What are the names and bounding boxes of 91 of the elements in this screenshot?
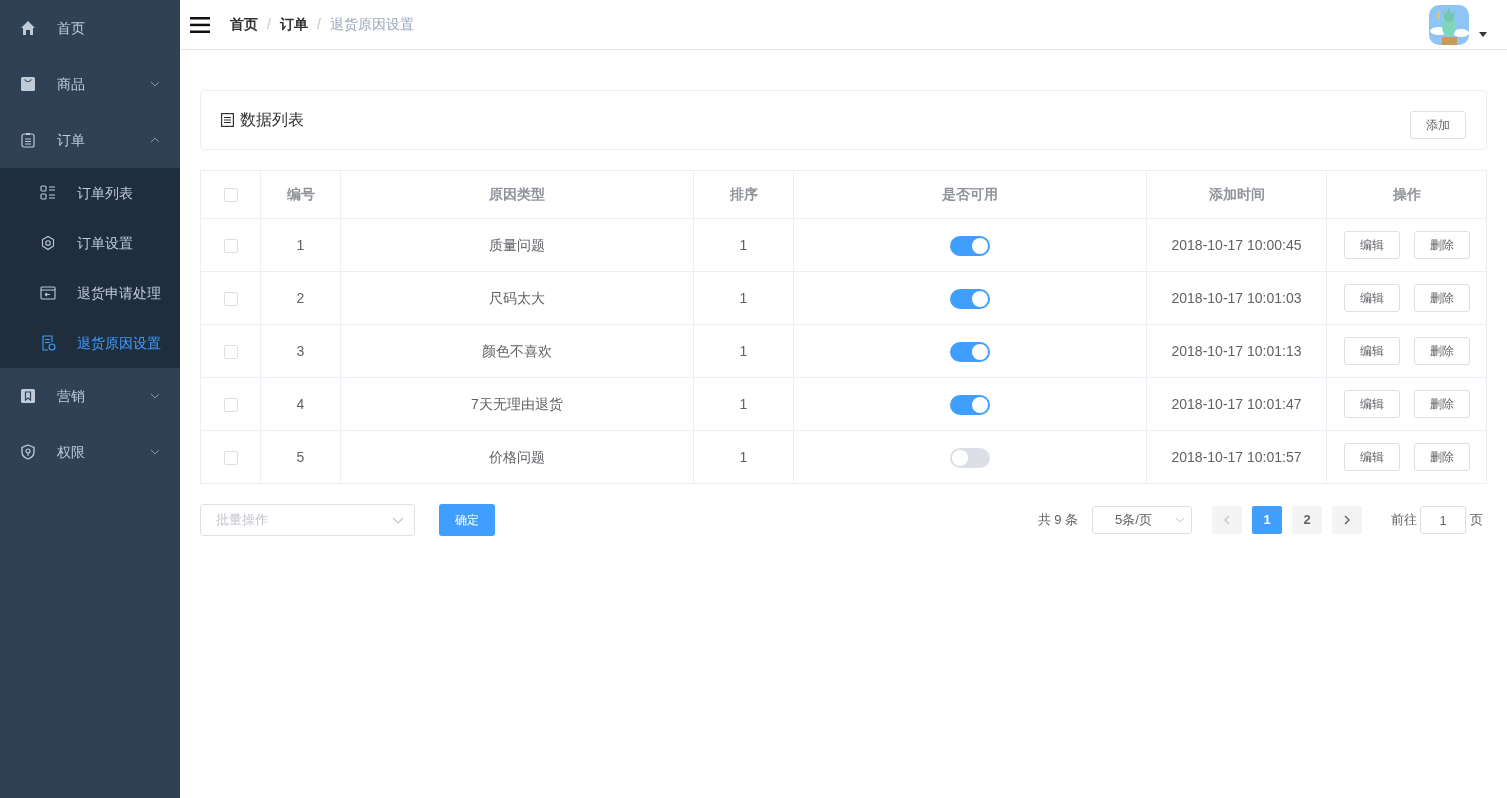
settings-icon bbox=[40, 235, 56, 251]
chevron-down-icon bbox=[1175, 517, 1185, 523]
document-icon bbox=[40, 335, 56, 351]
toggle-switch[interactable] bbox=[950, 235, 990, 256]
inbox-icon bbox=[40, 285, 56, 301]
sidebar-item[interactable]: 权限 bbox=[0, 424, 180, 480]
breadcrumb-separator: / bbox=[267, 15, 271, 34]
table-cell: 1 bbox=[693, 324, 794, 378]
page-size-select[interactable]: 5条/页 bbox=[1092, 506, 1192, 534]
toggle-switch[interactable] bbox=[950, 288, 990, 309]
table-cell: 尺码太大 bbox=[340, 271, 694, 325]
table-cell: 3 bbox=[260, 324, 341, 378]
table-cell: 2018-10-17 10:00:45 bbox=[1146, 218, 1327, 272]
table-cell: 2018-10-17 10:01:03 bbox=[1146, 271, 1327, 325]
goto-label: 前往 bbox=[1391, 511, 1417, 530]
edit-button[interactable]: 编辑 bbox=[1343, 443, 1400, 471]
chevron-right-icon bbox=[1344, 515, 1350, 525]
column-header: 操作 bbox=[1326, 170, 1487, 219]
checkbox[interactable] bbox=[223, 238, 238, 253]
edit-button[interactable]: 编辑 bbox=[1343, 390, 1400, 418]
table-cell: 2018-10-17 10:01:57 bbox=[1146, 430, 1327, 484]
table-cell: 2018-10-17 10:01:13 bbox=[1146, 324, 1327, 378]
list-icon bbox=[40, 185, 56, 201]
delete-button[interactable]: 删除 bbox=[1413, 284, 1470, 312]
sidebar-item[interactable]: 首页 bbox=[0, 0, 180, 56]
sidebar-item[interactable]: 营销 bbox=[0, 368, 180, 424]
chevron-left-icon bbox=[1224, 515, 1230, 525]
page-button[interactable]: 2 bbox=[1292, 506, 1322, 534]
table-cell: 价格问题 bbox=[340, 430, 694, 484]
table-cell: 4 bbox=[260, 377, 341, 431]
table-cell: 1 bbox=[693, 430, 794, 484]
list-icon bbox=[221, 113, 234, 127]
table-cell: 5 bbox=[260, 430, 341, 484]
edit-button[interactable]: 编辑 bbox=[1343, 337, 1400, 365]
add-button[interactable]: 添加 bbox=[1410, 111, 1466, 139]
chevron-down-icon bbox=[392, 516, 404, 524]
page-input[interactable]: 1 bbox=[1420, 506, 1466, 534]
shield-icon bbox=[20, 444, 36, 460]
chevron-down-icon bbox=[150, 81, 160, 87]
sidebar-subitem[interactable]: 退货申请处理 bbox=[0, 268, 180, 318]
sidebar-item[interactable]: 订单 bbox=[0, 112, 180, 168]
sidebar-subitem[interactable]: 订单设置 bbox=[0, 218, 180, 268]
checkbox[interactable] bbox=[223, 291, 238, 306]
column-header: 编号 bbox=[260, 170, 341, 219]
edit-button[interactable]: 编辑 bbox=[1343, 284, 1400, 312]
sidebar-item[interactable]: 商品 bbox=[0, 56, 180, 112]
table-cell: 1 bbox=[693, 218, 794, 272]
chevron-down-icon bbox=[150, 449, 160, 455]
menu-icon[interactable] bbox=[190, 16, 210, 33]
table-cell: 1 bbox=[260, 218, 341, 272]
delete-button[interactable]: 删除 bbox=[1413, 231, 1470, 259]
table-cell: 颜色不喜欢 bbox=[340, 324, 694, 378]
clipboard-icon bbox=[20, 132, 36, 148]
checkbox[interactable] bbox=[223, 450, 238, 465]
breadcrumb-item[interactable]: 首页 bbox=[230, 14, 258, 35]
table-cell: 2 bbox=[260, 271, 341, 325]
column-header: 添加时间 bbox=[1146, 170, 1327, 219]
home-icon bbox=[20, 20, 36, 36]
column-header: 排序 bbox=[693, 170, 794, 219]
table-cell: 质量问题 bbox=[340, 218, 694, 272]
breadcrumb-item[interactable]: 订单 bbox=[279, 14, 308, 35]
table-cell: 1 bbox=[693, 377, 794, 431]
toggle-switch[interactable] bbox=[950, 341, 990, 362]
breadcrumb-separator: / bbox=[316, 15, 321, 34]
toggle-switch[interactable] bbox=[950, 447, 990, 468]
table-cell: 7天无理由退货 bbox=[340, 377, 694, 431]
bookmark-icon bbox=[20, 388, 36, 404]
checkbox[interactable] bbox=[223, 397, 238, 412]
table-cell: 2018-10-17 10:01:47 bbox=[1146, 377, 1327, 431]
bag-icon bbox=[20, 76, 36, 92]
table-cell: 1 bbox=[693, 271, 794, 325]
delete-button[interactable]: 删除 bbox=[1413, 443, 1470, 471]
caret-icon[interactable] bbox=[1479, 32, 1487, 37]
breadcrumb-item: 退货原因设置 bbox=[329, 15, 414, 34]
toggle-switch[interactable] bbox=[950, 394, 990, 415]
column-header: 原因类型 bbox=[340, 170, 694, 219]
sidebar-subitem[interactable]: 订单列表 bbox=[0, 168, 180, 218]
chevron-down-icon bbox=[150, 393, 160, 399]
checkbox[interactable] bbox=[223, 344, 238, 359]
page-suffix: 页 bbox=[1470, 511, 1483, 530]
chevron-up-icon bbox=[150, 137, 160, 143]
edit-button[interactable]: 编辑 bbox=[1343, 231, 1400, 259]
panel-title: 数据列表 bbox=[240, 110, 304, 130]
prev-page-button[interactable] bbox=[1212, 506, 1242, 534]
delete-button[interactable]: 删除 bbox=[1413, 337, 1470, 365]
checkbox[interactable] bbox=[223, 188, 238, 203]
column-header: 是否可用 bbox=[793, 170, 1147, 219]
total-count: 共 9 条 bbox=[1037, 511, 1078, 530]
delete-button[interactable]: 删除 bbox=[1413, 390, 1470, 418]
next-page-button[interactable] bbox=[1332, 506, 1362, 534]
sidebar-subitem[interactable]: 退货原因设置 bbox=[0, 318, 180, 368]
